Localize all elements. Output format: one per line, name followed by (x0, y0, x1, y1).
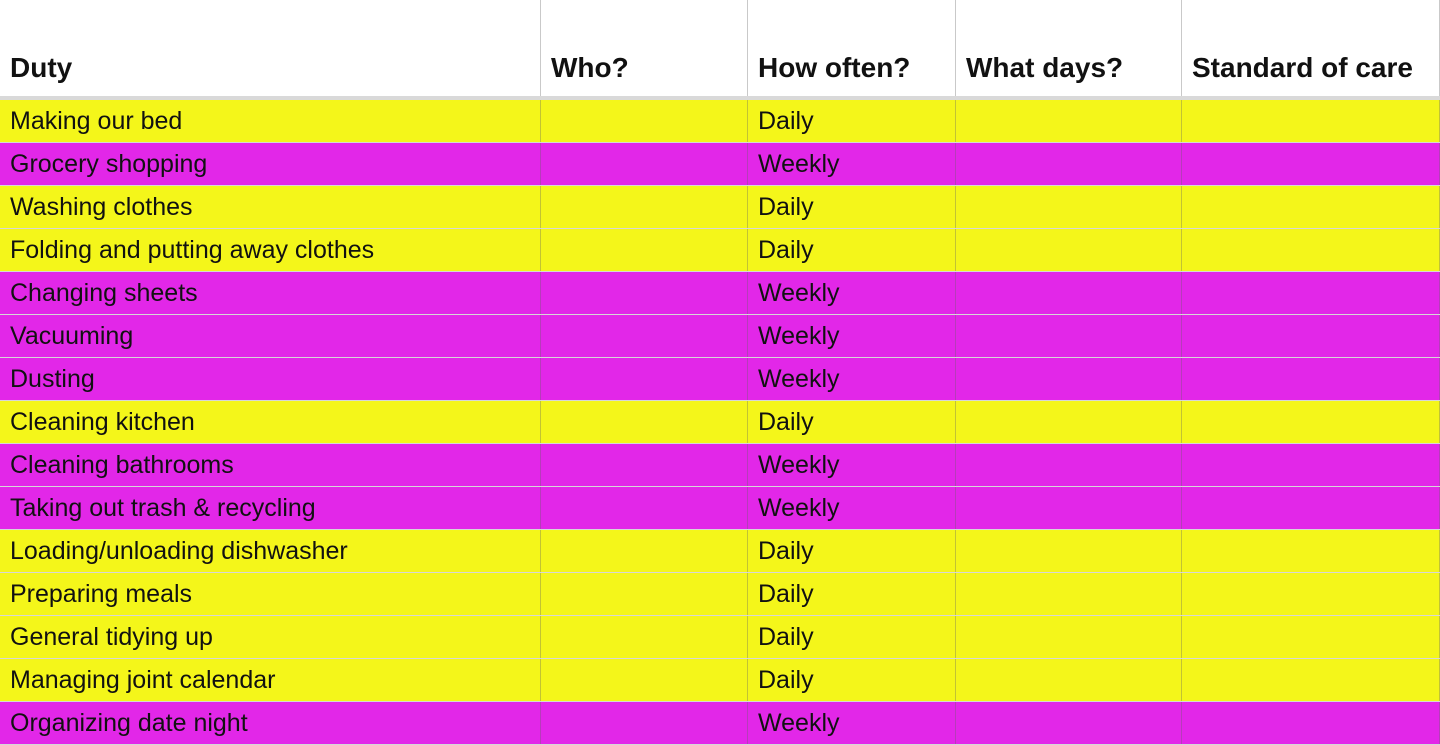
cell-how-often[interactable]: Daily (748, 401, 956, 443)
cell-how-often[interactable]: Daily (748, 186, 956, 228)
cell-duty[interactable]: Loading/unloading dishwasher (0, 530, 541, 572)
cell-how-often[interactable]: Weekly (748, 272, 956, 314)
cell-duty[interactable]: Cleaning bathrooms (0, 444, 541, 486)
cell-what-days[interactable] (956, 401, 1182, 443)
cell-standard[interactable] (1182, 229, 1440, 271)
spreadsheet[interactable]: Duty Who? How often? What days? Standard… (0, 0, 1440, 738)
cell-what-days[interactable] (956, 143, 1182, 185)
cell-who[interactable] (541, 229, 748, 271)
cell-standard[interactable] (1182, 444, 1440, 486)
cell-how-often[interactable]: Daily (748, 659, 956, 701)
header-standard[interactable]: Standard of care (1182, 0, 1440, 96)
cell-standard[interactable] (1182, 315, 1440, 357)
cell-standard[interactable] (1182, 186, 1440, 228)
table-row[interactable]: Making our bed Daily (0, 100, 1440, 143)
cell-what-days[interactable] (956, 186, 1182, 228)
cell-duty[interactable]: Grocery shopping (0, 143, 541, 185)
cell-who[interactable] (541, 530, 748, 572)
header-duty[interactable]: Duty (0, 0, 541, 96)
cell-duty[interactable]: General tidying up (0, 616, 541, 658)
cell-duty[interactable]: Dusting (0, 358, 541, 400)
cell-how-often[interactable]: Weekly (748, 315, 956, 357)
cell-standard[interactable] (1182, 530, 1440, 572)
cell-who[interactable] (541, 659, 748, 701)
cell-what-days[interactable] (956, 573, 1182, 615)
cell-what-days[interactable] (956, 229, 1182, 271)
table-row[interactable]: Changing sheets Weekly (0, 272, 1440, 315)
cell-who[interactable] (541, 143, 748, 185)
header-who[interactable]: Who? (541, 0, 748, 96)
cell-who[interactable] (541, 100, 748, 142)
cell-who[interactable] (541, 186, 748, 228)
cell-duty[interactable]: Preparing meals (0, 573, 541, 615)
cell-how-often[interactable]: Weekly (748, 358, 956, 400)
cell-who[interactable] (541, 315, 748, 357)
cell-how-often[interactable]: Daily (748, 229, 956, 271)
table-row[interactable]: Cleaning kitchen Daily (0, 401, 1440, 444)
cell-who[interactable] (541, 487, 748, 529)
cell-duty[interactable]: Cleaning kitchen (0, 401, 541, 443)
cell-standard[interactable] (1182, 272, 1440, 314)
cell-who[interactable] (541, 616, 748, 658)
cell-what-days[interactable] (956, 358, 1182, 400)
cell-what-days[interactable] (956, 315, 1182, 357)
cell-what-days[interactable] (956, 616, 1182, 658)
cell-who[interactable] (541, 573, 748, 615)
cell-what-days[interactable] (956, 659, 1182, 701)
cell-what-days[interactable] (956, 272, 1182, 314)
cell-what-days[interactable] (956, 487, 1182, 529)
cell-duty[interactable]: Changing sheets (0, 272, 541, 314)
table-row[interactable]: Cleaning bathrooms Weekly (0, 444, 1440, 487)
cell-how-often[interactable]: Daily (748, 573, 956, 615)
table-row[interactable]: General tidying up Daily (0, 616, 1440, 659)
header-row: Duty Who? How often? What days? Standard… (0, 0, 1440, 100)
table-row[interactable]: Washing clothes Daily (0, 186, 1440, 229)
cell-duty[interactable]: Folding and putting away clothes (0, 229, 541, 271)
cell-who[interactable] (541, 401, 748, 443)
cell-standard[interactable] (1182, 616, 1440, 658)
cell-standard[interactable] (1182, 401, 1440, 443)
cell-how-often[interactable]: Weekly (748, 487, 956, 529)
cell-how-often[interactable]: Daily (748, 530, 956, 572)
cell-what-days[interactable] (956, 100, 1182, 142)
cell-standard[interactable] (1182, 143, 1440, 185)
cell-duty[interactable]: Washing clothes (0, 186, 541, 228)
header-how-often[interactable]: How often? (748, 0, 956, 96)
cell-standard[interactable] (1182, 100, 1440, 142)
table-row[interactable]: Organizing date nightWeekly (0, 702, 1440, 745)
cell-how-often[interactable]: Daily (748, 100, 956, 142)
cell-what-days[interactable] (956, 530, 1182, 572)
cell-standard[interactable] (1182, 573, 1440, 615)
table-row[interactable]: Loading/unloading dishwasher Daily (0, 530, 1440, 573)
cell-standard[interactable] (1182, 358, 1440, 400)
cell-how-often[interactable]: Weekly (748, 444, 956, 486)
cell-duty[interactable]: Managing joint calendar (0, 659, 541, 701)
cell-standard[interactable] (1182, 487, 1440, 529)
cell-duty[interactable]: Vacuuming (0, 315, 541, 357)
cell-what-days[interactable] (956, 444, 1182, 486)
header-what-days[interactable]: What days? (956, 0, 1182, 96)
table-row[interactable]: Grocery shopping Weekly (0, 143, 1440, 186)
data-rows: Making our bed Daily Grocery shopping Weekl… (0, 100, 1440, 745)
cell-standard[interactable] (1182, 659, 1440, 701)
table-row[interactable]: Dusting Weekly (0, 358, 1440, 401)
cell-duty[interactable]: Taking out trash & recycling (0, 487, 541, 529)
cell-who[interactable] (541, 444, 748, 486)
table-row[interactable]: Preparing meals Daily (0, 573, 1440, 616)
table-row[interactable]: Managing joint calendar Daily (0, 659, 1440, 702)
cell-how-often[interactable]: Weekly (748, 143, 956, 185)
cell-who[interactable] (541, 272, 748, 314)
cell-duty[interactable]: Making our bed (0, 100, 541, 142)
table-row[interactable]: Folding and putting away clothes Daily (0, 229, 1440, 272)
cell-how-often[interactable]: Daily (748, 616, 956, 658)
table-row[interactable]: Taking out trash & recycling Weekly (0, 487, 1440, 530)
cell-who[interactable] (541, 358, 748, 400)
table-row[interactable]: Vacuuming Weekly (0, 315, 1440, 358)
